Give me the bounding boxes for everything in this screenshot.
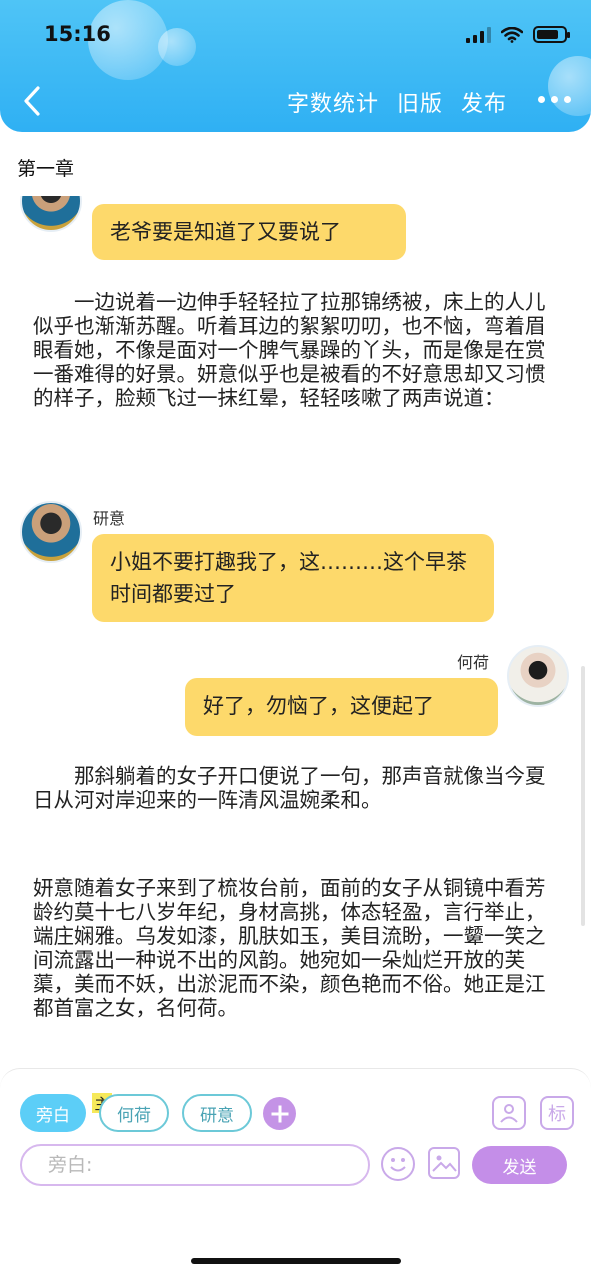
role-chip-yanyi[interactable]: 研意 (182, 1094, 252, 1132)
dot (564, 96, 571, 103)
battery-icon (533, 26, 570, 43)
send-button[interactable]: 发送 (472, 1146, 567, 1184)
add-role-button[interactable] (263, 1097, 296, 1130)
image-button[interactable] (428, 1147, 460, 1179)
person-icon (500, 1104, 518, 1123)
nav-actions: 字数统计 旧版 发布 (287, 86, 507, 118)
role-chip-hehe[interactable]: 何荷 (99, 1094, 169, 1132)
dot (538, 96, 545, 103)
message-input-wrapper (20, 1144, 370, 1186)
narration-paragraph[interactable]: 那斜躺着的女子开口便说了一句，那声音就像当今夏日从河对岸迎来的一阵清风温婉柔和。 (33, 764, 553, 840)
message-bubble[interactable]: 老爷要是知道了又要说了 (92, 204, 406, 260)
scrollbar[interactable] (581, 666, 585, 926)
avatar-yanyi[interactable] (20, 501, 82, 563)
chapter-title[interactable]: 第一章 (17, 154, 74, 181)
narration-paragraph[interactable]: 妍意随着女子来到了梳妆台前，面前的女子从铜镜中看芳龄约莫十七八岁年纪，身材高挑，… (33, 876, 553, 1066)
more-button[interactable] (538, 96, 571, 103)
top-nav-bar: 15:16 字数统计 旧版 发布 (0, 0, 591, 132)
chevron-left-icon (24, 86, 40, 116)
cellular-signal-icon (466, 26, 491, 43)
publish-button[interactable]: 发布 (461, 86, 507, 118)
message-bubble[interactable]: 好了，勿恼了，这便起了 (185, 678, 498, 736)
smiley-icon (390, 1158, 406, 1172)
character-button[interactable] (492, 1096, 526, 1130)
tag-button[interactable]: 标 (540, 1096, 574, 1130)
dot (551, 96, 558, 103)
old-version-button[interactable]: 旧版 (397, 86, 443, 118)
status-icons (466, 26, 570, 43)
image-icon (432, 1155, 457, 1172)
home-indicator (191, 1258, 401, 1264)
back-button[interactable] (18, 84, 48, 118)
avatar-yanyi[interactable] (20, 196, 82, 232)
role-chip-narrator[interactable]: 旁白 (20, 1094, 86, 1132)
message-bubble[interactable]: 小姐不要打趣我了，这………这个早茶时间都要过了 (92, 534, 494, 622)
word-count-button[interactable]: 字数统计 (287, 86, 379, 118)
story-content[interactable]: 老爷要是知道了又要说了 一边说着一边伸手轻轻拉了拉那锦绣被，床上的人儿似乎也渐渐… (0, 196, 591, 1068)
decorative-bubble (548, 56, 591, 116)
wifi-icon (501, 26, 523, 43)
status-time: 15:16 (44, 22, 111, 46)
decorative-bubble (158, 28, 196, 66)
speaker-name: 何荷 (457, 653, 490, 672)
narration-paragraph[interactable]: 一边说着一边伸手轻轻拉了拉那锦绣被，床上的人儿似乎也渐渐苏醒。听着耳边的絮絮叨叨… (33, 290, 553, 458)
emoji-button[interactable] (381, 1147, 415, 1181)
speaker-name: 研意 (93, 509, 126, 528)
tag-icon-label: 标 (548, 1104, 566, 1125)
message-input[interactable] (22, 1146, 368, 1184)
avatar-hehe[interactable] (507, 645, 569, 707)
